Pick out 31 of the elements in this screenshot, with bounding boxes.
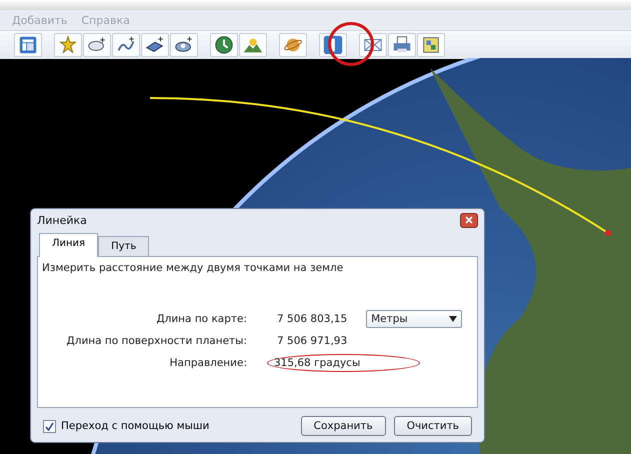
measurement-value: 315,68 градусы (267, 354, 420, 372)
measurement-value: 7 506 971,93 (276, 334, 348, 348)
highlight-ellipse (328, 22, 374, 66)
checkbox-label: Переход с помощью мыши (61, 420, 210, 432)
toolbar-button[interactable] (141, 33, 169, 57)
close-button[interactable] (460, 212, 478, 228)
close-icon (465, 216, 473, 224)
pin-icon (57, 34, 79, 56)
tab[interactable]: Линия (39, 233, 98, 257)
clock-icon (213, 34, 235, 56)
checkbox[interactable] (43, 420, 56, 432)
unit-dropdown[interactable]: Метры (366, 310, 462, 328)
check-icon (45, 422, 54, 430)
layout-icon (17, 34, 39, 56)
field-label: Длина по карте: (155, 313, 247, 325)
toolbar-button[interactable] (170, 33, 198, 57)
dialog-button[interactable]: Очистить (394, 416, 472, 436)
field-label: Направление: (168, 357, 247, 369)
toolbar-button[interactable] (83, 33, 111, 57)
map-icon (420, 34, 442, 56)
tab[interactable]: Путь (98, 236, 150, 256)
dialog-title: Линейка (37, 214, 87, 226)
toolbar-button[interactable] (359, 33, 387, 57)
dialog-button[interactable]: Сохранить (300, 416, 386, 436)
toolbar-button[interactable] (210, 33, 238, 57)
toolbar-button[interactable] (417, 33, 445, 57)
caret-icon (449, 316, 458, 322)
toolbar-button[interactable] (319, 33, 347, 57)
description-text: Измерить расстояние между двумя точками на земле (42, 262, 344, 274)
field-label: Длина по поверхности планеты: (66, 335, 247, 347)
measurement-value: 7 506 803,15 (276, 312, 348, 326)
